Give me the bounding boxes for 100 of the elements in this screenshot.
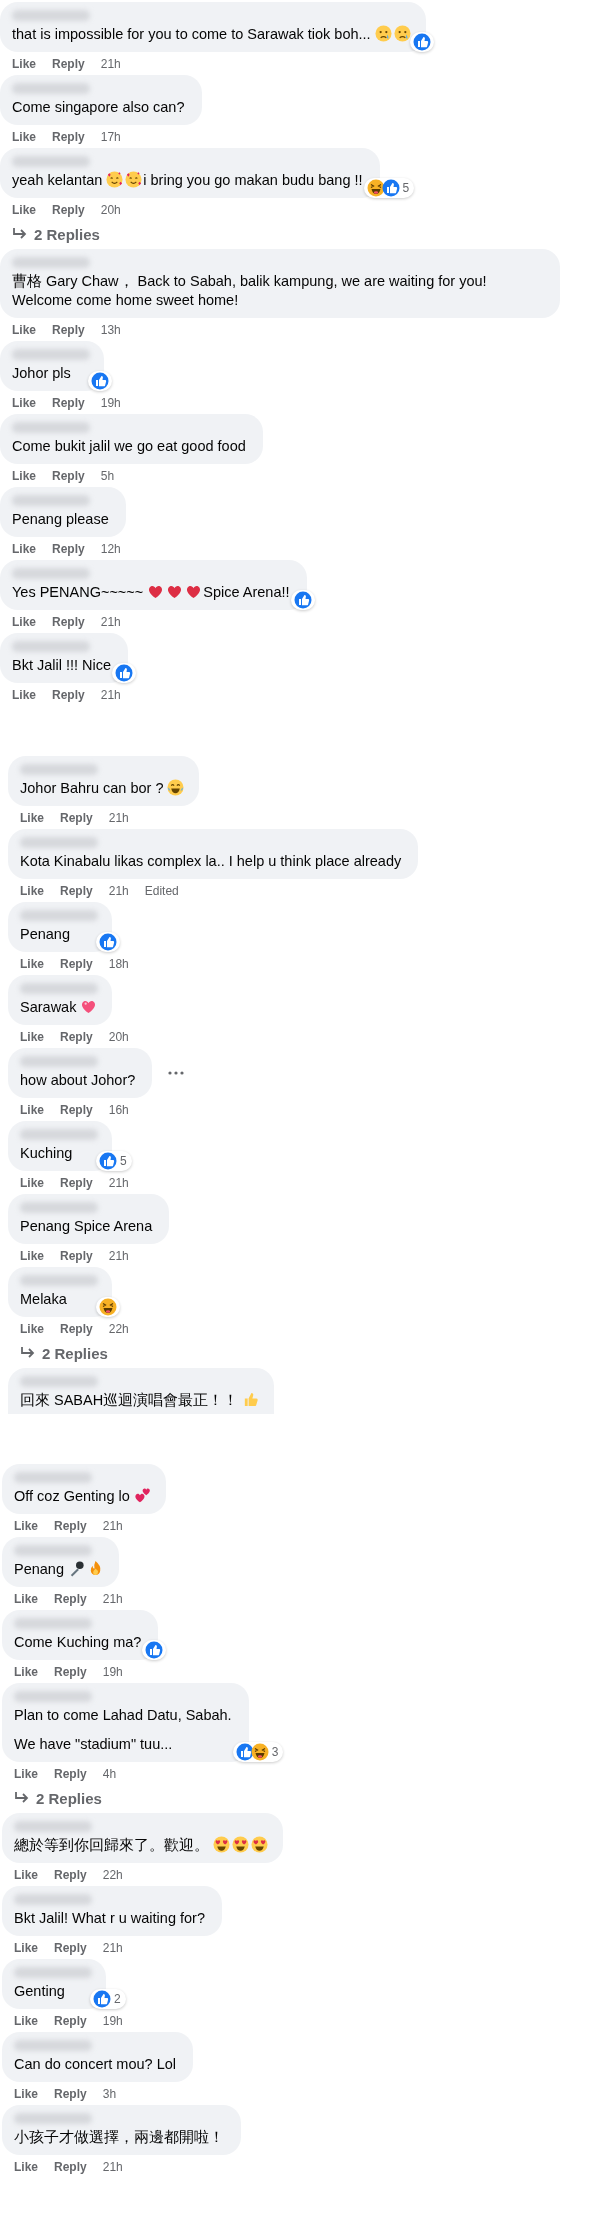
reply-link[interactable]: Reply <box>52 541 85 556</box>
like-link[interactable]: Like <box>14 1867 38 1882</box>
like-link[interactable]: Like <box>12 614 36 629</box>
reply-link[interactable]: Reply <box>52 468 85 483</box>
time-label: 21h <box>108 810 129 825</box>
comment-text: Spice Arena!! <box>203 584 290 600</box>
like-link[interactable]: Like <box>14 2086 38 2101</box>
reply-link[interactable]: Reply <box>60 1248 93 1263</box>
view-replies-link[interactable]: 2 Replies <box>0 221 100 247</box>
view-replies-link[interactable]: 2 Replies <box>8 1340 108 1366</box>
reply-link[interactable]: Reply <box>54 1518 87 1533</box>
like-link[interactable]: Like <box>20 956 44 971</box>
like-link[interactable]: Like <box>20 1175 44 1190</box>
time-label: 21h <box>102 1518 123 1533</box>
like-link[interactable]: Like <box>20 1102 44 1117</box>
comment-text: Penang Spice Arena <box>20 1218 153 1234</box>
comment-text: 小孩子才做選擇，兩邊都開啦！ <box>14 2129 224 2145</box>
time-label: 4h <box>102 1766 117 1781</box>
time-label: 20h <box>108 1029 129 1044</box>
like-icon <box>115 664 134 682</box>
like-link[interactable]: Like <box>20 810 44 825</box>
heart-eyes-face-icon <box>213 1836 230 1853</box>
comment-text: yeah kelantan <box>12 172 103 188</box>
reply-link[interactable]: Reply <box>60 1175 93 1190</box>
comment-text: We have "stadium" tuu... <box>14 1736 173 1752</box>
time-label: 21h <box>102 2159 123 2174</box>
like-link[interactable]: Like <box>14 1766 38 1781</box>
reply-link[interactable]: Reply <box>54 1940 87 1955</box>
reaction-badge[interactable]: 5 <box>363 178 415 198</box>
time-label: 5h <box>100 468 115 483</box>
reply-link[interactable]: Reply <box>54 1591 87 1606</box>
reply-link[interactable]: Reply <box>60 1321 93 1336</box>
reply-link[interactable]: Reply <box>60 1029 93 1044</box>
comment-text: Penang <box>20 926 70 942</box>
like-link[interactable]: Like <box>12 322 36 337</box>
time-label: 12h <box>100 541 121 556</box>
like-link[interactable]: Like <box>12 395 36 410</box>
reply-arrow-icon <box>20 1346 36 1360</box>
like-link[interactable]: Like <box>20 883 44 898</box>
reply-link[interactable]: Reply <box>52 56 85 71</box>
reply-link[interactable]: Reply <box>60 883 93 898</box>
time-label: 3h <box>102 2086 117 2101</box>
like-link[interactable]: Like <box>12 468 36 483</box>
reply-link[interactable]: Reply <box>60 1102 93 1117</box>
reply-link[interactable]: Reply <box>54 2013 87 2028</box>
reply-link[interactable]: Reply <box>52 322 85 337</box>
like-link[interactable]: Like <box>20 1029 44 1044</box>
like-link[interactable]: Like <box>12 56 36 71</box>
like-icon <box>91 372 109 390</box>
comment-text: Penang <box>14 1561 64 1577</box>
heart-icon <box>185 583 203 600</box>
more-options-icon[interactable] <box>168 1071 185 1075</box>
laughing-face-icon <box>250 1743 269 1761</box>
crying-face-icon <box>374 25 392 42</box>
like-icon <box>99 1152 117 1170</box>
reaction-badge[interactable] <box>96 1297 120 1317</box>
like-link[interactable]: Like <box>14 1591 38 1606</box>
reaction-badge[interactable]: 2 <box>90 1989 126 2009</box>
like-link[interactable]: Like <box>14 2013 38 2028</box>
heart-eyes-face-icon <box>251 1836 268 1853</box>
reaction-badge[interactable]: 3 <box>232 1742 284 1762</box>
reply-link[interactable]: Reply <box>54 2159 87 2174</box>
like-link[interactable]: Like <box>14 1518 38 1533</box>
reply-link[interactable]: Reply <box>54 2086 87 2101</box>
time-label: 21h <box>108 1248 129 1263</box>
heart-eyes-face-icon <box>232 1836 249 1853</box>
reaction-badge[interactable]: 5 <box>96 1151 132 1171</box>
like-link[interactable]: Like <box>12 687 36 702</box>
reply-link[interactable]: Reply <box>60 956 93 971</box>
comment-text: Kota Kinabalu likas complex la.. I help u think place already <box>20 853 402 869</box>
comment-text: Come Kuching ma? <box>14 1634 142 1650</box>
heart-icon <box>147 583 165 600</box>
time-label: 18h <box>108 956 129 971</box>
comment-text: 總於等到你回歸來了。歡迎。 <box>14 1837 209 1853</box>
reply-link[interactable]: Reply <box>52 614 85 629</box>
reply-link[interactable]: Reply <box>54 1867 87 1882</box>
like-link[interactable]: Like <box>14 1940 38 1955</box>
like-link[interactable]: Like <box>20 1248 44 1263</box>
reply-link[interactable]: Reply <box>52 129 85 144</box>
time-label: 21h <box>108 1175 129 1190</box>
time-label: 21h <box>102 1940 123 1955</box>
reply-link[interactable]: Reply <box>54 1766 87 1781</box>
reply-link[interactable]: Reply <box>52 395 85 410</box>
comment-text: that is impossible for you to come to Sarawak tiok boh... <box>12 26 371 42</box>
edited-label: Edited <box>144 883 179 898</box>
like-link[interactable]: Like <box>12 202 36 217</box>
like-link[interactable]: Like <box>14 2159 38 2174</box>
like-link[interactable]: Like <box>12 541 36 556</box>
like-link[interactable]: Like <box>20 1321 44 1336</box>
comment-text: 回來 SABAH巡迴演唱會最正！！ <box>20 1392 239 1408</box>
like-link[interactable]: Like <box>12 129 36 144</box>
like-link[interactable]: Like <box>14 1664 38 1679</box>
comment-text: Can do concert mou? Lol <box>14 2056 176 2072</box>
comment-text: Genting <box>14 1983 65 1999</box>
reply-link[interactable]: Reply <box>52 687 85 702</box>
view-replies-link[interactable]: 2 Replies <box>2 1785 102 1811</box>
reply-link[interactable]: Reply <box>60 810 93 825</box>
reply-link[interactable]: Reply <box>52 202 85 217</box>
comment-text: i bring you go makan budu bang !! <box>143 172 363 188</box>
reply-link[interactable]: Reply <box>54 1664 87 1679</box>
